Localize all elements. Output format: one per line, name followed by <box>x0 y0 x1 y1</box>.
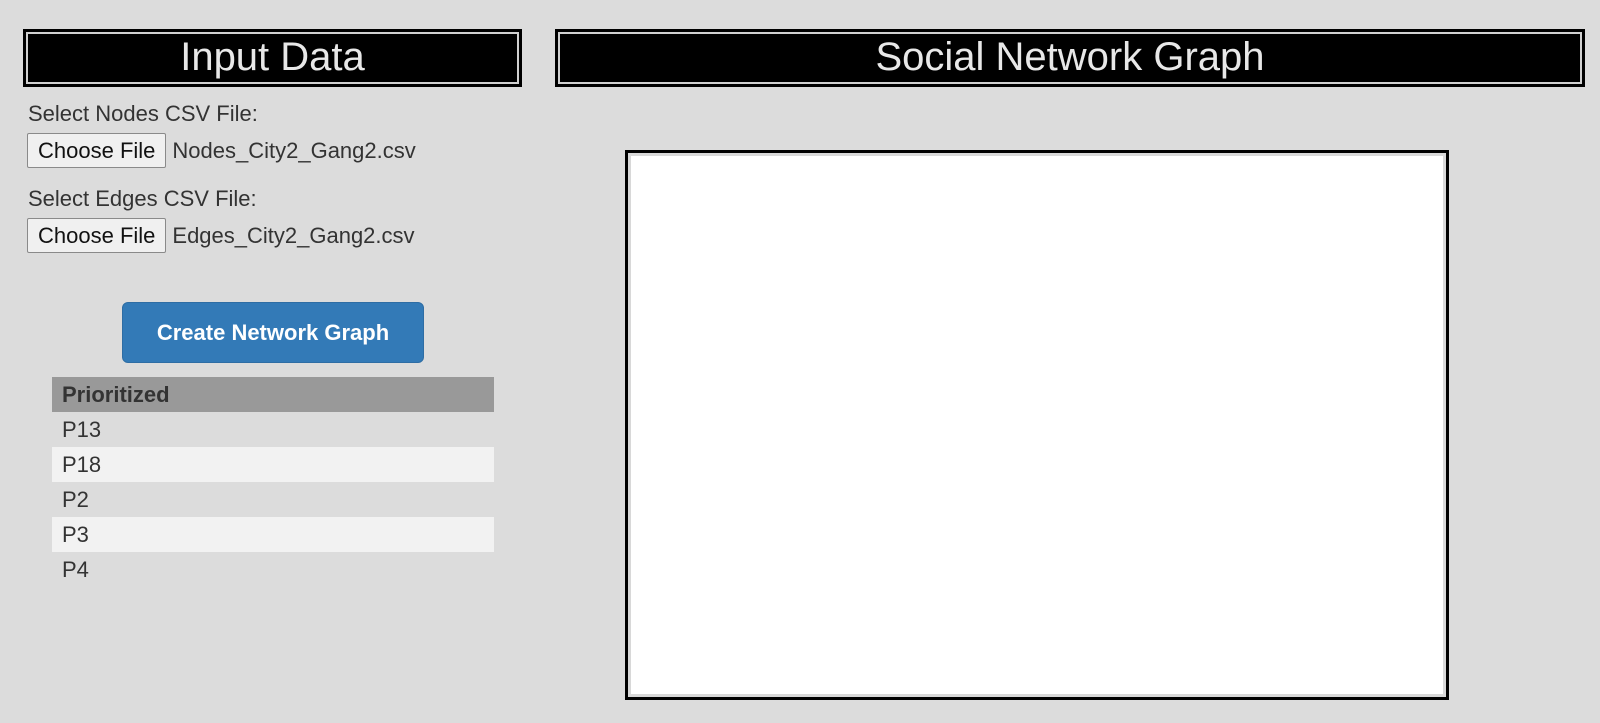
network-graph-canvas[interactable] <box>625 150 1449 700</box>
social-network-graph-header: Social Network Graph <box>555 29 1585 87</box>
nodes-file-name: Nodes_City2_Gang2.csv <box>172 137 416 163</box>
table-cell: P3 <box>52 517 494 552</box>
nodes-file-input[interactable]: Choose File Nodes_City2_Gang2.csv <box>27 133 416 168</box>
prioritized-table: Prioritized P13 P18 P2 P3 P4 <box>52 377 494 587</box>
edges-file-name: Edges_City2_Gang2.csv <box>172 222 415 248</box>
prioritized-header: Prioritized <box>52 377 494 412</box>
table-cell: P4 <box>62 556 89 582</box>
table-cell: P18 <box>52 447 494 482</box>
table-row: P2 <box>52 482 494 517</box>
input-data-header: Input Data <box>23 29 522 87</box>
input-data-title: Input Data <box>180 35 365 79</box>
table-row: P18 <box>52 447 494 482</box>
create-network-graph-button[interactable]: Create Network Graph <box>122 302 424 363</box>
network-graph-svg[interactable] <box>628 153 1446 697</box>
table-cell: P2 <box>62 486 89 512</box>
social-network-graph-title: Social Network Graph <box>875 35 1265 79</box>
nodes-file-label: Select Nodes CSV File: <box>28 101 258 126</box>
edges-file-input[interactable]: Choose File Edges_City2_Gang2.csv <box>27 218 415 253</box>
edges-choose-file-button[interactable]: Choose File <box>27 218 167 253</box>
table-row: P13 <box>52 412 494 447</box>
table-cell: P13 <box>62 416 102 442</box>
table-row: P3 <box>52 517 494 552</box>
edges-file-label: Select Edges CSV File: <box>28 186 257 211</box>
table-row: P4 <box>52 552 494 587</box>
nodes-choose-file-button[interactable]: Choose File <box>27 133 167 168</box>
